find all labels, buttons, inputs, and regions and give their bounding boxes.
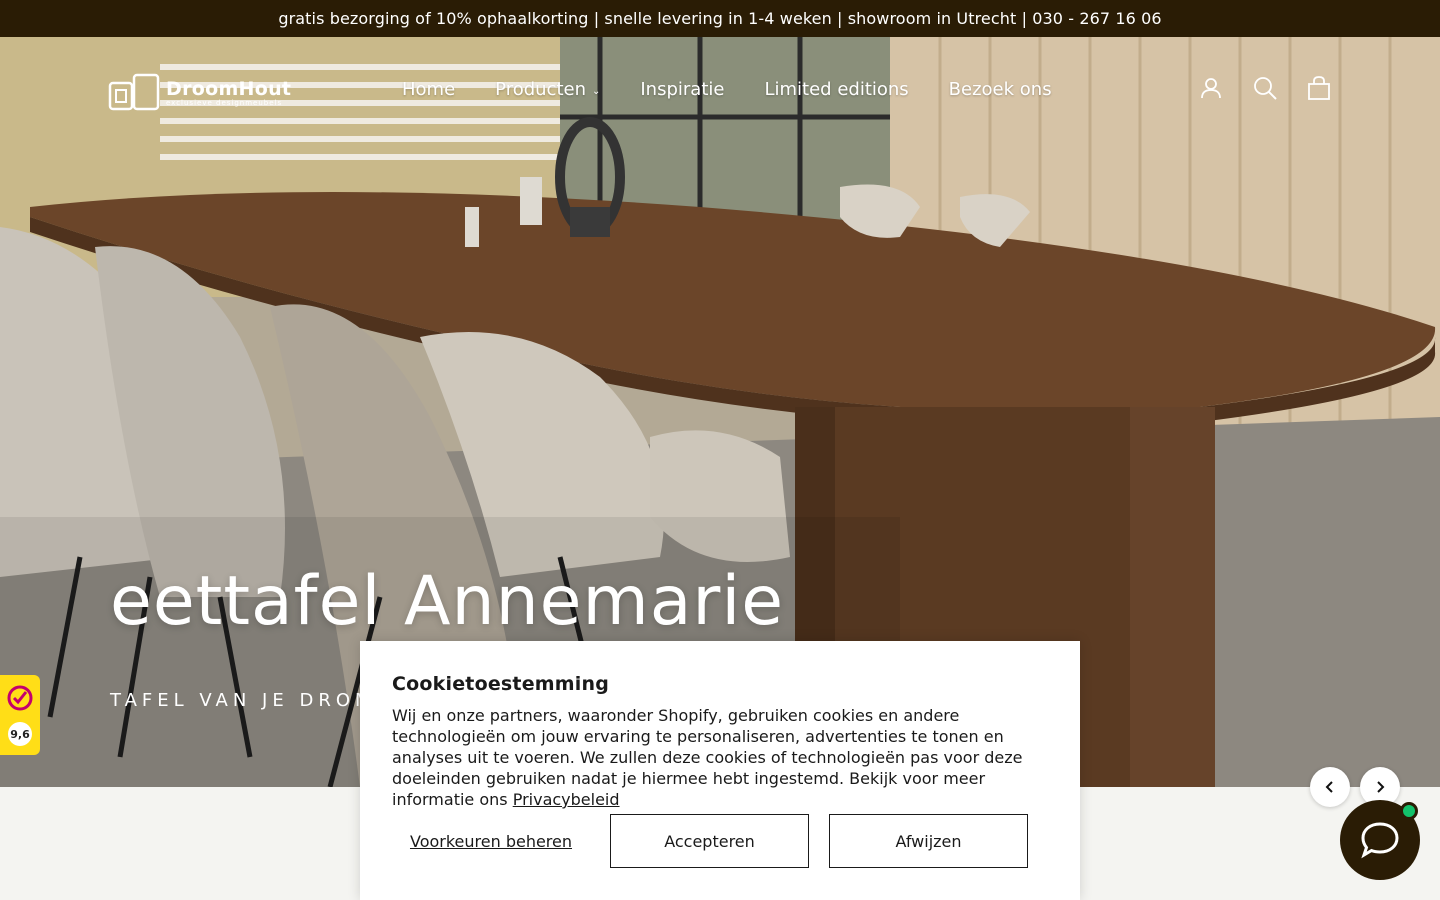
- cookie-consent-dialog: Cookietoestemming Wij en onze partners, …: [360, 641, 1080, 900]
- main-nav: Home Producten ⌄ Inspiratie Limited editi…: [382, 75, 1072, 105]
- manage-preferences-link[interactable]: Voorkeuren beheren: [392, 832, 590, 851]
- chevron-down-icon: ⌄: [591, 86, 601, 97]
- privacy-policy-link[interactable]: Privacybeleid: [513, 790, 620, 809]
- chevron-right-icon: [1377, 781, 1385, 793]
- chat-button[interactable]: [1340, 800, 1420, 880]
- nav-item-label: Limited editions: [764, 79, 909, 100]
- chevron-left-icon: [1325, 781, 1333, 793]
- nav-item-inspiratie[interactable]: Inspiratie: [620, 75, 744, 105]
- chat-bubble-icon: [1361, 822, 1399, 859]
- logo-mark-icon: [108, 73, 160, 111]
- brand-tagline: exclusieve designmeubels: [166, 98, 283, 107]
- nav-item-home[interactable]: Home: [382, 75, 475, 105]
- nav-item-label: Inspiratie: [640, 79, 725, 100]
- review-score: 9,6: [8, 722, 32, 746]
- review-badge[interactable]: 9,6: [0, 675, 40, 755]
- cart-icon[interactable]: [1306, 75, 1332, 101]
- cookie-actions: Voorkeuren beheren Accepteren Afwijzen: [392, 814, 1048, 868]
- nav-item-label: Bezoek ons: [948, 79, 1052, 100]
- kiyoh-logo-icon: [7, 685, 33, 711]
- nav-item-label: Producten: [495, 79, 586, 100]
- brand-name: DroomHout: [166, 77, 292, 100]
- search-icon[interactable]: [1252, 75, 1278, 101]
- cookie-body-text: Wij en onze partners, waaronder Shopify,…: [392, 706, 1023, 809]
- nav-item-limited-editions[interactable]: Limited editions: [744, 75, 928, 105]
- hero-title: eettafel Annemarie: [110, 562, 785, 641]
- cookie-body: Wij en onze partners, waaronder Shopify,…: [392, 705, 1048, 810]
- announcement-text: gratis bezorging of 10% ophaalkorting | …: [278, 9, 1162, 28]
- nav-item-producten[interactable]: Producten ⌄: [475, 75, 620, 105]
- decline-button[interactable]: Afwijzen: [829, 814, 1028, 868]
- logo[interactable]: DroomHout exclusieve designmeubels: [108, 73, 291, 113]
- account-icon[interactable]: [1198, 75, 1224, 101]
- nav-item-bezoek-ons[interactable]: Bezoek ons: [929, 75, 1072, 105]
- accept-button[interactable]: Accepteren: [610, 814, 809, 868]
- cookie-title: Cookietoestemming: [392, 673, 610, 695]
- nav-item-label: Home: [402, 79, 456, 100]
- site-header: DroomHout exclusieve designmeubels Home …: [0, 37, 1440, 141]
- slide-prev-button[interactable]: [1310, 767, 1350, 807]
- announcement-bar: gratis bezorging of 10% ophaalkorting | …: [0, 0, 1440, 37]
- online-status-dot: [1400, 802, 1418, 820]
- header-icons: [1198, 75, 1332, 101]
